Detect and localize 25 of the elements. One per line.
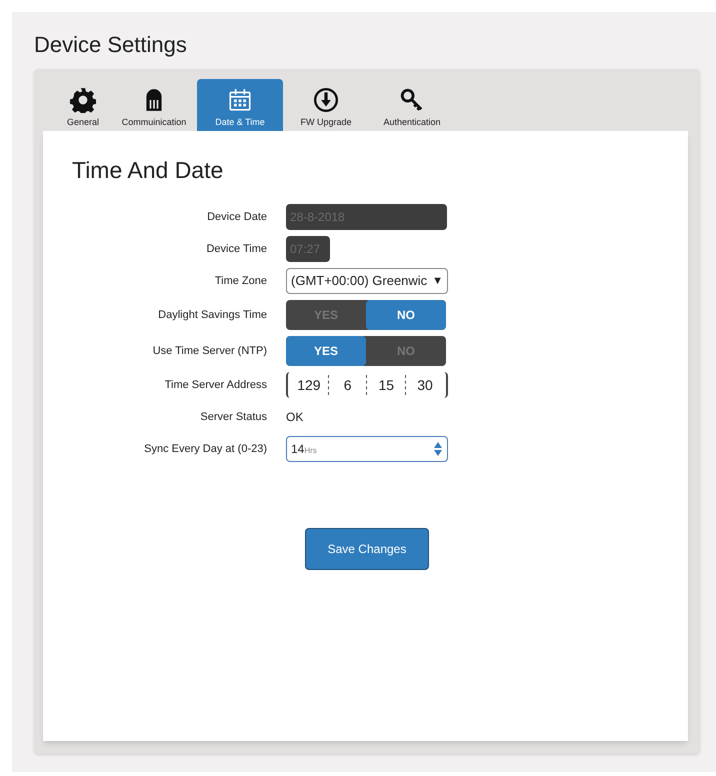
sync-hour-spinner[interactable]: 14Hrs (286, 436, 448, 462)
settings-tab[interactable]: FW Upgrade (283, 79, 369, 131)
settings-tab[interactable]: Date & Time (197, 79, 283, 131)
ip-address-field[interactable]: 129 6 15 30 (286, 372, 448, 398)
download-icon (313, 86, 339, 112)
field-label: Time Zone (214, 274, 268, 289)
field-label: Sync Every Day at (0-23) (143, 442, 268, 457)
section-title: Time And Date (72, 159, 224, 182)
status-text: OK (286, 409, 304, 426)
page-title: Device Settings (34, 34, 188, 56)
field-label: Time Server Address (164, 378, 268, 393)
field-label: Device Time (205, 242, 268, 257)
settings-tab[interactable]: Authentication (369, 79, 455, 131)
save-changes-button[interactable]: Save Changes (305, 528, 429, 570)
calendar-icon (227, 86, 253, 112)
gear-icon (70, 86, 96, 112)
field-label: Server Status (199, 410, 268, 425)
key-icon (399, 86, 425, 112)
settings-tab[interactable]: Commuinication (111, 79, 197, 131)
field-label: Daylight Savings Time (157, 308, 268, 323)
field-label: Device Date (206, 210, 268, 225)
settings-tab[interactable]: General (55, 79, 111, 131)
spinner-arrows-icon (433, 441, 443, 457)
time-zone-select[interactable]: (GMT+00:00) Greenwic ▼ (286, 268, 448, 294)
field-label: Use Time Server (NTP) (152, 344, 268, 359)
